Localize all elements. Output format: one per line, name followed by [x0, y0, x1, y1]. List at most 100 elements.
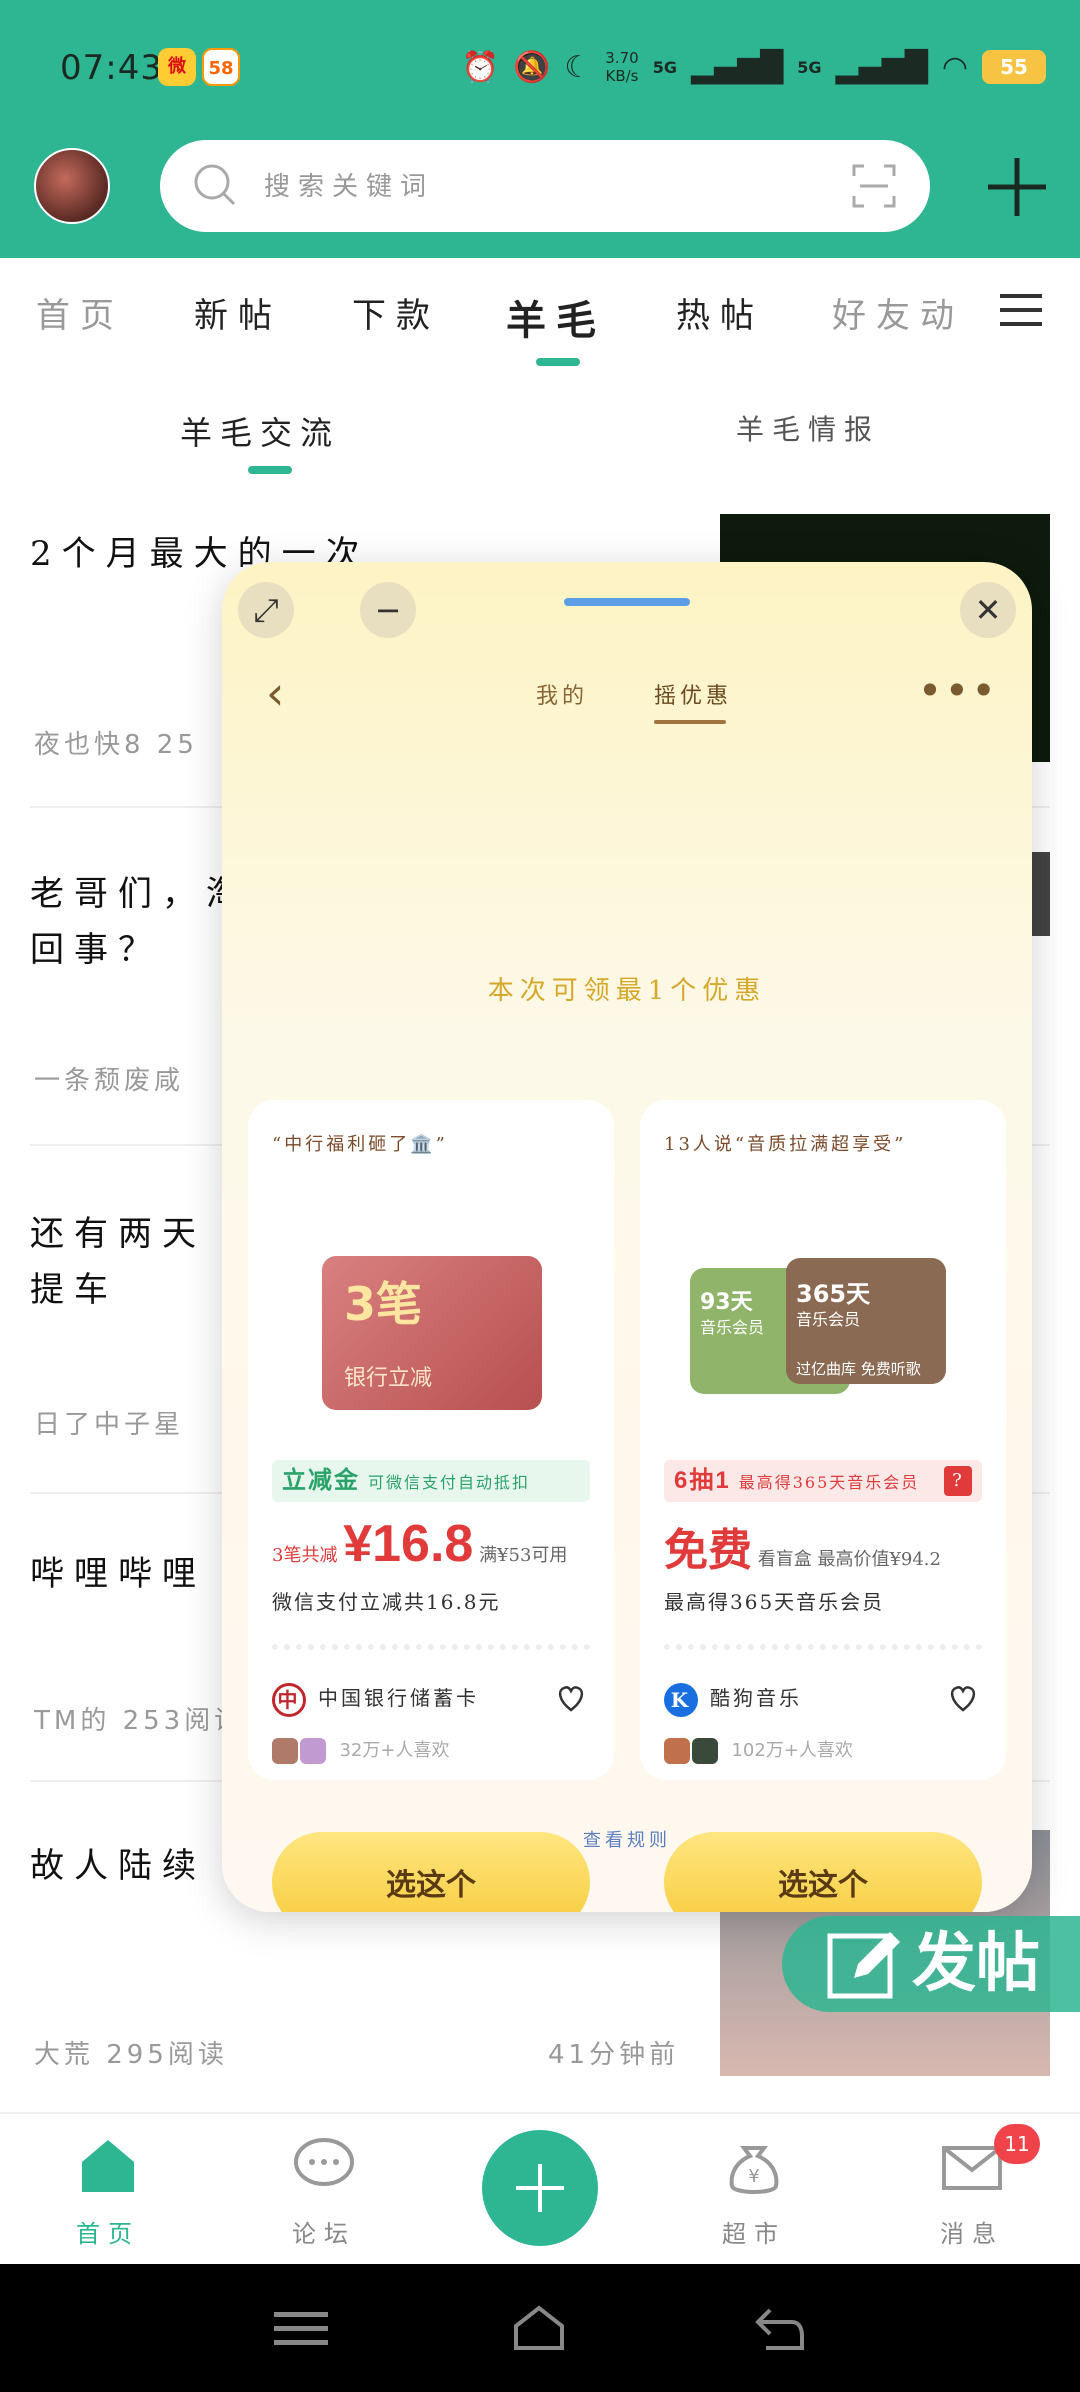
- price-free: 免费: [664, 1526, 752, 1575]
- floating-deal-window: ⤢ − ✕ ‹ 我的 摇优惠 ••• 本次可领最1个优惠 “中行福利砸了🏛️” …: [222, 562, 1032, 1912]
- heart-icon[interactable]: [948, 1684, 978, 1712]
- deal-card-boc[interactable]: “中行福利砸了🏛️” 3笔 银行立减 立减金 可微信支付自动抵扣 3笔共减 ¥16…: [248, 1100, 614, 1780]
- svg-text:¥: ¥: [748, 2166, 759, 2187]
- liker-avatar: [299, 1738, 326, 1764]
- signal-5g-1: 5G: [652, 57, 677, 77]
- status-bar: 07:43 微 58 ⏰ 🔕 ☾ 3.70 KB/s 5G ▂▄▆█ 5G ▂▄▆…: [0, 0, 1080, 130]
- kugou-logo-icon: K: [664, 1682, 698, 1717]
- moon-icon: ☾: [564, 49, 592, 85]
- expand-icon[interactable]: ⤢: [238, 582, 294, 638]
- likes-row: 102万+人喜欢: [664, 1736, 853, 1764]
- card-tag: 13人说“音质拉满超享受”: [664, 1134, 907, 1155]
- back-nav-icon[interactable]: [752, 2304, 806, 2352]
- nav-home[interactable]: 首页: [48, 2134, 168, 2249]
- drag-handle[interactable]: [564, 598, 690, 606]
- promo-text: 最高得365天音乐会员: [738, 1473, 920, 1492]
- post-title: 还有两天: [30, 1214, 206, 1254]
- close-icon[interactable]: ✕: [960, 582, 1016, 638]
- tab-hot[interactable]: 热帖: [676, 288, 764, 337]
- brand-name: 酷狗音乐: [710, 1686, 802, 1710]
- battery-icon: 55: [982, 50, 1046, 84]
- unread-badge: 11: [994, 2124, 1040, 2164]
- post-meta: TM的 253阅读: [34, 1706, 245, 1736]
- post-title: 哔哩哔哩: [30, 1554, 206, 1594]
- dotted-divider: [272, 1644, 590, 1650]
- likes-count: 32万+人喜欢: [339, 1740, 450, 1761]
- tab-home[interactable]: 首页: [36, 288, 124, 337]
- sub-tabs: 羊毛交流 羊毛情报: [0, 380, 1080, 480]
- weibo-app-icon: 微: [158, 48, 196, 86]
- deal-card-kugou[interactable]: 13人说“音质拉满超享受” 93天 音乐会员 365天 音乐会员 过亿曲库 免费…: [640, 1100, 1006, 1780]
- vip-days-365: 365天: [796, 1280, 871, 1308]
- nav-market-label: 超市: [722, 2220, 786, 2248]
- tab-loans[interactable]: 下款: [352, 288, 440, 337]
- price-subtext: 微信支付立减共16.8元: [272, 1590, 501, 1614]
- back-icon[interactable]: ‹: [266, 666, 284, 720]
- nav-market[interactable]: ¥ 超市: [694, 2134, 814, 2249]
- search-icon: [194, 164, 236, 206]
- network-speed: 3.70 KB/s: [605, 49, 639, 85]
- popup-tab-indicator: [654, 720, 726, 724]
- home-nav-icon[interactable]: [512, 2304, 566, 2352]
- more-icon[interactable]: •••: [918, 666, 998, 715]
- post-title-line2: 提车: [30, 1270, 118, 1310]
- price-value: ¥16.8: [343, 1515, 474, 1573]
- app-58-icon: 58: [202, 48, 240, 86]
- post-meta: 一条颓废咸: [34, 1066, 185, 1096]
- liker-avatar: [272, 1738, 298, 1764]
- minimize-icon[interactable]: −: [360, 582, 416, 638]
- search-input[interactable]: 搜索关键词: [264, 166, 434, 203]
- post-button[interactable]: 发帖: [782, 1916, 1080, 2012]
- popup-headline: 本次可领最1个优惠: [487, 976, 767, 1006]
- vip-card-visual: 93天 音乐会员 365天 音乐会员 过亿曲库 免费听歌: [690, 1258, 960, 1408]
- post-meta: 日了中子星: [34, 1410, 185, 1440]
- edit-icon: [827, 1932, 900, 1999]
- tab-mine[interactable]: 我的: [536, 678, 588, 710]
- post-title: 故人陆续: [30, 1846, 206, 1886]
- alarm-icon: ⏰: [461, 49, 500, 85]
- status-time: 07:43: [60, 48, 163, 88]
- nav-messages-label: 消息: [940, 2220, 1004, 2248]
- promo-banner: 6抽1 最高得365天音乐会员 ?: [664, 1460, 982, 1502]
- add-icon[interactable]: [986, 156, 1048, 218]
- tab-friends[interactable]: 好友动: [832, 288, 964, 337]
- tab-new-posts[interactable]: 新帖: [194, 288, 282, 337]
- heart-icon[interactable]: [556, 1684, 586, 1712]
- tab-deals[interactable]: 羊毛: [506, 288, 606, 346]
- liker-avatar: [664, 1738, 690, 1764]
- promo-strong: 6抽1: [674, 1467, 731, 1494]
- status-icons: ⏰ 🔕 ☾ 3.70 KB/s 5G ▂▄▆█ 5G ▂▄▆█ ◠ 55: [462, 42, 1046, 92]
- likes-count: 102万+人喜欢: [731, 1740, 853, 1761]
- chat-icon: [294, 2138, 354, 2186]
- subtab-indicator: [248, 466, 292, 474]
- signal-bars-icon: ▂▄▆█: [690, 49, 784, 85]
- subtab-intel[interactable]: 羊毛情报: [736, 408, 880, 448]
- price-suffix: 看盲盒 最高价值¥94.2: [757, 1549, 941, 1570]
- menu-icon[interactable]: [1000, 292, 1042, 328]
- dotted-divider: [664, 1644, 982, 1650]
- search-bar[interactable]: 搜索关键词: [160, 140, 930, 232]
- card-tag: “中行福利砸了🏛️”: [272, 1134, 448, 1155]
- choose-button-1[interactable]: 选这个: [272, 1832, 590, 1912]
- promo-strong: 立减金: [282, 1467, 360, 1494]
- vip-caption: 过亿曲库 免费听歌: [796, 1360, 921, 1378]
- post-meta: 大荒 295阅读: [34, 2040, 228, 2070]
- plus-icon: [516, 2164, 564, 2212]
- category-tabs: 首页 新帖 下款 羊毛 热帖 好友动: [0, 258, 1080, 368]
- vip-card-365: 365天 音乐会员 过亿曲库 免费听歌: [786, 1258, 946, 1384]
- nav-messages[interactable]: 消息 11: [912, 2124, 1040, 2249]
- recents-icon[interactable]: [274, 2304, 328, 2352]
- nav-forum[interactable]: 论坛: [264, 2134, 384, 2249]
- promo-banner: 立减金 可微信支付自动抵扣: [272, 1460, 590, 1502]
- user-avatar[interactable]: [34, 148, 110, 224]
- center-add-button[interactable]: [482, 2130, 598, 2246]
- brand-name: 中国银行储蓄卡: [318, 1686, 479, 1710]
- subtab-exchange[interactable]: 羊毛交流: [180, 408, 340, 454]
- money-bag-icon: ¥: [729, 2146, 779, 2194]
- choose-button-2[interactable]: 选这个: [664, 1832, 982, 1912]
- price-suffix: 满¥53可用: [479, 1545, 568, 1566]
- brand-row: 中中国银行储蓄卡: [272, 1682, 479, 1717]
- tab-shake-deals[interactable]: 摇优惠: [654, 678, 732, 710]
- scan-icon[interactable]: [850, 162, 898, 210]
- vip-label: 音乐会员: [700, 1318, 765, 1337]
